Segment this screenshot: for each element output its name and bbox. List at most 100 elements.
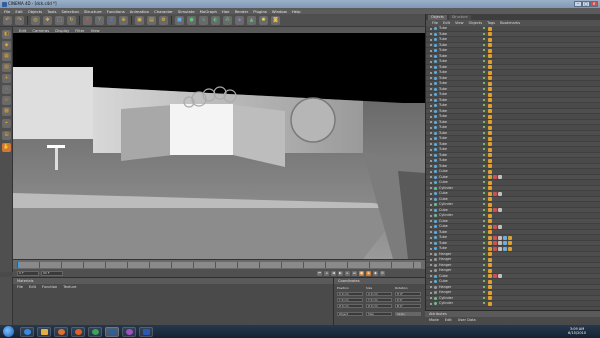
rotation-p-field[interactable]: P 0° [395,298,421,302]
object-name[interactable]: Hanger [439,257,451,262]
object-name[interactable]: Tube [439,65,447,70]
material-tag-icon[interactable] [488,76,492,80]
visibility-check-icon[interactable] [483,230,485,233]
material-tag-icon[interactable] [488,263,492,267]
record-icon[interactable]: ● [359,270,364,276]
object-name[interactable]: Tube [439,87,447,92]
visibility-check-icon[interactable] [483,291,485,293]
goto-end-icon[interactable]: ⏭ [352,270,357,276]
material-tag-icon[interactable] [488,65,492,69]
expand-toggle-icon[interactable] [430,66,432,68]
visibility-check-icon[interactable] [483,137,485,139]
material-tag-icon[interactable] [498,191,502,196]
visibility-check-icon[interactable] [483,76,485,79]
material-tag-icon[interactable] [498,208,502,212]
visibility-check-icon[interactable] [483,247,485,249]
menu-functions[interactable]: Functions [107,9,125,14]
rotation-h-field[interactable]: H 0° [395,292,421,296]
expand-toggle-icon[interactable] [430,143,432,145]
visibility-check-icon[interactable] [483,197,485,200]
material-tag-icon[interactable] [498,175,502,179]
visibility-check-icon[interactable] [483,263,485,266]
material-tag-icon[interactable] [488,164,492,168]
cinema4d-icon[interactable] [105,326,119,337]
expand-toggle-icon[interactable] [430,137,432,140]
object-name[interactable]: Cylinder [439,301,453,306]
object-name[interactable]: Tube [439,241,447,246]
expand-toggle-icon[interactable] [430,33,432,35]
expand-toggle-icon[interactable] [430,165,432,167]
expand-toggle-icon[interactable] [430,121,432,123]
material-tag-icon[interactable] [498,235,502,240]
attr-menu-edit[interactable]: Edit [445,318,452,322]
material-tag-icon[interactable] [488,175,492,179]
materials-menu-file[interactable]: File [17,285,23,289]
visibility-check-icon[interactable] [483,241,485,244]
object-name[interactable]: Cube [439,208,448,213]
expand-toggle-icon[interactable] [430,264,432,266]
material-tag-icon[interactable] [488,70,492,75]
om-menu-bookmarks[interactable]: Bookmarks [500,21,520,25]
material-tag-icon[interactable] [488,224,492,229]
material-tag-icon[interactable] [488,252,492,256]
expand-toggle-icon[interactable] [430,203,432,206]
material-tag-icon[interactable] [488,230,492,234]
menu-structure[interactable]: Structure [84,9,102,14]
visibility-check-icon[interactable] [483,214,485,216]
material-tag-icon[interactable] [498,224,502,229]
material-tag-icon[interactable] [488,43,492,47]
expand-toggle-icon[interactable] [430,231,432,233]
make-editable-icon[interactable]: ◧ [2,30,11,39]
expand-toggle-icon[interactable] [430,198,432,200]
expand-toggle-icon[interactable] [430,297,432,299]
visibility-check-icon[interactable] [483,131,485,134]
visibility-check-icon[interactable] [483,148,485,150]
material-tag-icon[interactable] [488,131,492,135]
expand-toggle-icon[interactable] [430,214,432,217]
object-row[interactable]: Cylinder [426,301,600,307]
object-name[interactable]: Tube [439,92,447,97]
visibility-check-icon[interactable] [483,98,485,101]
expand-toggle-icon[interactable] [430,126,432,129]
object-mode-icon[interactable]: ▦ [2,52,11,61]
material-tag-icon[interactable] [488,103,492,108]
object-name[interactable]: Tube [439,125,447,130]
tab-structure[interactable]: Structure [448,15,471,20]
material-tag-icon[interactable] [493,235,497,240]
expand-toggle-icon[interactable] [430,99,432,101]
expand-toggle-icon[interactable] [430,280,432,283]
visibility-check-icon[interactable] [483,27,485,29]
start-button[interactable] [3,326,14,337]
material-tag-icon[interactable] [488,279,492,284]
object-name[interactable]: Cube [439,197,448,202]
object-name[interactable]: Tube [439,76,447,81]
expand-toggle-icon[interactable] [430,170,432,173]
move-icon[interactable]: ✥ [43,15,52,25]
material-tag-icon[interactable] [488,114,492,119]
sculpt-icon[interactable]: ✋ [2,143,11,152]
material-tag-icon[interactable] [488,48,492,53]
y-axis-icon[interactable]: Y [95,15,104,25]
material-tag-icon[interactable] [488,158,492,163]
expand-toggle-icon[interactable] [430,181,432,184]
render-picture-icon[interactable]: ▤ [147,15,156,25]
expand-toggle-icon[interactable] [430,187,432,189]
expand-toggle-icon[interactable] [430,38,432,41]
expand-toggle-icon[interactable] [430,132,432,134]
object-name[interactable]: Cylinder [439,186,453,191]
object-name[interactable]: Tube [439,246,447,251]
material-tag-icon[interactable] [503,235,507,240]
timeline-settings-icon[interactable]: ⚙ [380,270,385,276]
material-tag-icon[interactable] [488,213,492,218]
play-icon[interactable]: ▶ [338,270,343,276]
material-tag-icon[interactable] [488,26,492,31]
menu-animation[interactable]: Animation [130,9,149,14]
visibility-check-icon[interactable] [483,93,485,95]
material-tag-icon[interactable] [488,81,492,86]
visibility-check-icon[interactable] [483,142,485,145]
menu-objects[interactable]: Objects [28,9,42,14]
om-menu-edit[interactable]: Edit [443,21,450,25]
visibility-check-icon[interactable] [483,186,485,189]
apply-button[interactable]: Apply [395,312,421,316]
material-tag-icon[interactable] [488,197,492,201]
